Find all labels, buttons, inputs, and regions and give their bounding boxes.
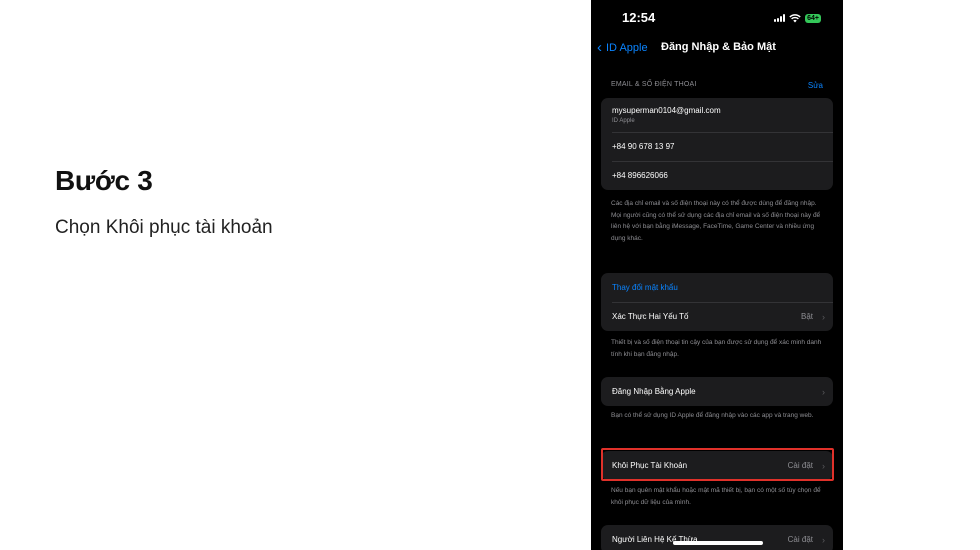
battery-icon: 64+ xyxy=(805,13,821,23)
account-recovery-footnote: Nếu bạn quên mật khẩu hoặc mật mã thiết … xyxy=(611,487,821,506)
page-title: Đăng Nhập & Bảo Mật xyxy=(661,41,776,53)
legacy-contact-value: Cài đặt xyxy=(787,535,813,544)
list-item-phone[interactable]: +84 90 678 13 97 xyxy=(601,132,833,161)
chevron-right-icon: › xyxy=(822,386,825,397)
email-phone-list: mysuperman0104@gmail.com ID Apple +84 90… xyxy=(601,98,833,190)
two-factor-row[interactable]: Xác Thực Hai Yếu Tố Bật › xyxy=(601,302,833,331)
back-button[interactable]: ‹ ID Apple xyxy=(597,40,648,56)
sign-in-with-apple-label: Đăng Nhập Bằng Apple xyxy=(612,387,696,396)
nav-bar: ‹ ID Apple Đăng Nhập & Bảo Mật xyxy=(591,40,843,60)
chevron-left-icon: ‹ xyxy=(597,39,602,56)
phone-number: +84 896626066 xyxy=(612,171,668,180)
status-time: 12:54 xyxy=(622,10,656,25)
change-password-button[interactable]: Thay đổi mật khẩu xyxy=(601,273,833,302)
sign-in-apple-footnote: Bạn có thể sử dụng ID Apple để đăng nhập… xyxy=(611,412,814,419)
security-footnote: Thiết bị và số điện thoại tin cậy của bạ… xyxy=(611,339,822,358)
status-bar: 12:54 64+ xyxy=(591,10,843,30)
status-icons: 64+ xyxy=(774,13,821,23)
email-footnote: Các địa chỉ email và số điện thoại này c… xyxy=(611,200,821,242)
email-address: mysuperman0104@gmail.com xyxy=(612,106,721,115)
two-factor-label: Xác Thực Hai Yếu Tố xyxy=(612,312,689,321)
legacy-contact-group: Người Liên Hệ Kế Thừa Cài đặt › xyxy=(601,525,833,550)
wifi-icon xyxy=(789,14,801,23)
email-caption: ID Apple xyxy=(612,118,635,124)
phone-screenshot: 12:54 64+ ‹ ID Apple Đăng Nhập & Bảo Mật… xyxy=(591,0,843,550)
list-item-email[interactable]: mysuperman0104@gmail.com ID Apple xyxy=(601,98,833,132)
chevron-right-icon: › xyxy=(822,311,825,322)
sign-in-apple-group: Đăng Nhập Bằng Apple › xyxy=(601,377,833,406)
section-header-email: EMAIL & SỐ ĐIỆN THOẠI xyxy=(611,81,697,88)
highlight-box xyxy=(601,448,834,481)
slide-subtitle: Chọn Khôi phục tài khoản xyxy=(55,217,273,238)
home-indicator xyxy=(673,541,763,545)
slide-title: Bước 3 xyxy=(55,165,153,196)
legacy-contact-row[interactable]: Người Liên Hệ Kế Thừa Cài đặt › xyxy=(601,525,833,550)
change-password-label: Thay đổi mật khẩu xyxy=(612,283,678,292)
security-group: Thay đổi mật khẩu Xác Thực Hai Yếu Tố Bậ… xyxy=(601,273,833,331)
edit-button[interactable]: Sửa xyxy=(808,81,823,90)
two-factor-value: Bật xyxy=(800,312,813,321)
back-label: ID Apple xyxy=(606,42,648,54)
chevron-right-icon: › xyxy=(822,534,825,545)
signal-icon xyxy=(774,14,786,22)
list-item-phone[interactable]: +84 896626066 xyxy=(601,161,833,190)
sign-in-with-apple-row[interactable]: Đăng Nhập Bằng Apple › xyxy=(601,377,833,406)
phone-number: +84 90 678 13 97 xyxy=(612,142,675,151)
